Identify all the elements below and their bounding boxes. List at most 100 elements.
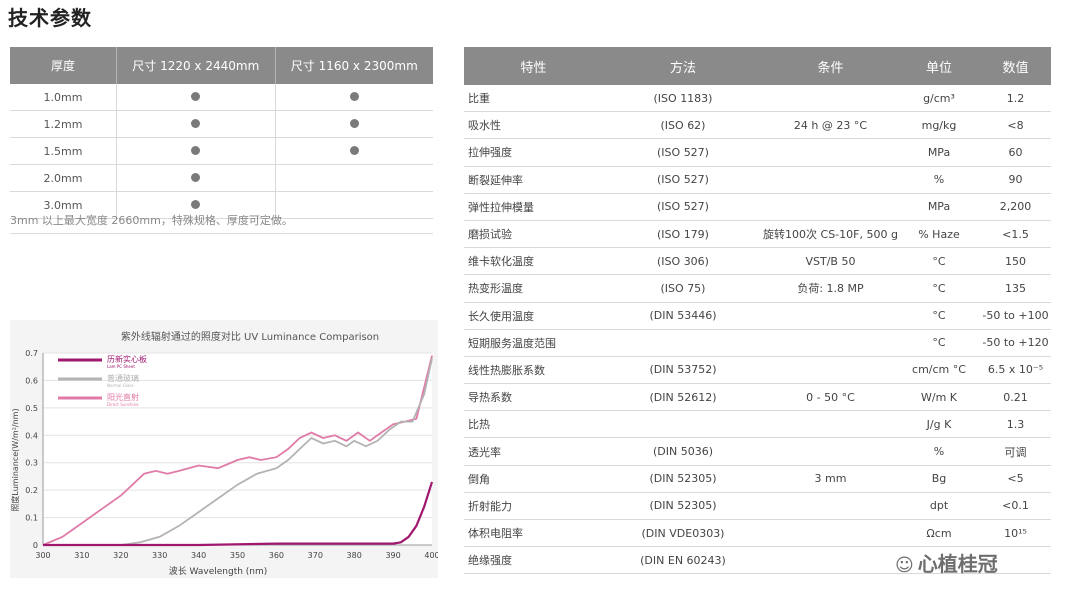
- available-dot-icon: [191, 118, 201, 128]
- condition-cell: 0 - 50 °C: [763, 383, 898, 412]
- x-tick-label: 310: [74, 551, 89, 560]
- thickness-cell: 2.0mm: [10, 164, 117, 192]
- available-dot-icon: [191, 172, 201, 182]
- property-row: 热变形温度 (ISO 75) 负荷: 1.8 MP °C 135: [464, 274, 1051, 303]
- x-tick-label: 330: [152, 551, 167, 560]
- property-cell: 磨损试验: [464, 220, 603, 249]
- unit-cell: °C: [898, 274, 980, 303]
- size-1160-cell: [275, 164, 433, 192]
- property-cell: 短期服务温度范围: [464, 329, 603, 357]
- legend-sublabel: Normal Glass: [107, 383, 134, 388]
- thickness-cell: 1.2mm: [10, 110, 117, 138]
- size-1160-cell: [275, 137, 433, 165]
- unit-cell: %: [898, 437, 980, 466]
- x-tick-label: 370: [308, 551, 323, 560]
- method-cell: [603, 329, 763, 357]
- page-title: 技术参数: [8, 6, 92, 30]
- unit-cell: %: [898, 166, 980, 194]
- method-cell: (ISO 527): [603, 138, 763, 167]
- property-cell: 热变形温度: [464, 274, 603, 303]
- x-tick-label: 360: [269, 551, 284, 560]
- property-cell: 倒角: [464, 465, 603, 493]
- condition-cell: [763, 437, 898, 466]
- method-cell: (ISO 527): [603, 166, 763, 194]
- method-cell: (DIN VDE0303): [603, 519, 763, 548]
- unit-cell: cm/cm °C: [898, 356, 980, 385]
- property-row: 弹性拉伸模量 (ISO 527) MPa 2,200: [464, 193, 1051, 221]
- condition-cell: [763, 329, 898, 357]
- unit-cell: % Haze: [898, 220, 980, 249]
- condition-cell: 24 h @ 23 °C: [763, 111, 898, 140]
- method-cell: (DIN 53752): [603, 356, 763, 385]
- size-table-header: 厚度 尺寸 1220 x 2440mm 尺寸 1160 x 2300mm: [10, 47, 433, 84]
- y-tick-label: 0.4: [25, 431, 38, 440]
- method-cell: (ISO 1183): [603, 85, 763, 113]
- y-tick-label: 0.1: [25, 514, 38, 523]
- unit-cell: MPa: [898, 138, 980, 167]
- available-dot-icon: [191, 199, 201, 209]
- size-1160-cell: [275, 110, 433, 138]
- thickness-cell: 1.0mm: [10, 84, 117, 111]
- size-table-row: 1.0mm: [10, 84, 433, 111]
- y-tick-label: 0.7: [25, 349, 38, 358]
- condition-cell: [763, 193, 898, 221]
- method-cell: (DIN 52612): [603, 383, 763, 412]
- method-cell: (DIN EN 60243): [603, 546, 763, 575]
- legend-label: 历新实心板: [107, 354, 147, 364]
- x-tick-label: 400: [424, 551, 438, 560]
- y-tick-label: 0.3: [25, 459, 38, 468]
- value-cell: <5: [980, 465, 1051, 493]
- wechat-icon: ☺: [895, 555, 914, 576]
- legend-label: 普通玻璃: [107, 373, 139, 383]
- condition-cell: [763, 166, 898, 194]
- property-row: 导热系数 (DIN 52612) 0 - 50 °C W/m K 0.21: [464, 383, 1051, 412]
- size-1220-cell: [116, 137, 276, 165]
- property-table: 特性 方法 条件 单位 数值 比重 (ISO 1183) g/cm³ 1.2 吸水性 (I…: [464, 47, 1051, 575]
- method-cell: [603, 410, 763, 439]
- property-cell: 长久使用温度: [464, 302, 603, 330]
- prop-header-condition: 条件: [763, 47, 898, 85]
- property-row: 透光率 (DIN 5036)% 可调: [464, 437, 1051, 466]
- value-cell: <1.5: [980, 220, 1051, 249]
- available-dot-icon: [349, 118, 359, 128]
- available-dot-icon: [191, 91, 201, 101]
- plot-area: [43, 353, 432, 545]
- condition-cell: [763, 410, 898, 439]
- condition-cell: [763, 519, 898, 548]
- x-tick-label: 380: [347, 551, 362, 560]
- property-row: 比热 J/g K 1.3: [464, 410, 1051, 439]
- unit-cell: dpt: [898, 492, 980, 521]
- method-cell: (ISO 75): [603, 274, 763, 303]
- value-cell: 6.5 x 10⁻⁵: [980, 356, 1051, 385]
- value-cell: 可调: [980, 437, 1051, 466]
- property-cell: 透光率: [464, 437, 603, 466]
- value-cell: 1.3: [980, 410, 1051, 439]
- value-cell: 10¹⁵: [980, 519, 1051, 548]
- method-cell: (ISO 527): [603, 193, 763, 221]
- property-cell: 比热: [464, 410, 603, 439]
- legend-sublabel: Lam PC Sheet: [107, 364, 135, 369]
- x-tick-label: 340: [191, 551, 206, 560]
- value-cell: 2,200: [980, 193, 1051, 221]
- y-tick-label: 0.2: [25, 486, 38, 495]
- property-cell: 弹性拉伸模量: [464, 193, 603, 221]
- method-cell: (DIN 53446): [603, 302, 763, 330]
- y-tick-label: 0.6: [25, 376, 38, 385]
- property-table-header: 特性 方法 条件 单位 数值: [464, 47, 1051, 85]
- value-cell: 90: [980, 166, 1051, 194]
- unit-cell: °C: [898, 329, 980, 357]
- uv-chart: 0 0.1 0.2 0.3 0.4 0.5 0.6 0.7 300 310 320 330 340 350…: [10, 320, 438, 578]
- property-row: 倒角 (DIN 52305) 3 mm Bg <5: [464, 465, 1051, 493]
- size-1160-cell: [275, 84, 433, 111]
- method-cell: (DIN 5036): [603, 437, 763, 466]
- property-cell: 吸水性: [464, 111, 603, 140]
- property-row: 吸水性 (ISO 62) 24 h @ 23 °C mg/kg <8: [464, 111, 1051, 140]
- unit-cell: g/cm³: [898, 85, 980, 113]
- unit-cell: MPa: [898, 193, 980, 221]
- property-cell: 线性热膨胀系数: [464, 356, 603, 385]
- size-table-row: 1.5mm: [10, 137, 433, 165]
- legend-sublabel: Direct Sunshine: [107, 402, 139, 407]
- size-header-thickness: 厚度: [10, 47, 117, 84]
- chart-ylabel: 照度Luminance(W/m²/nm): [10, 408, 20, 511]
- size-header-1220: 尺寸 1220 x 2440mm: [116, 47, 276, 84]
